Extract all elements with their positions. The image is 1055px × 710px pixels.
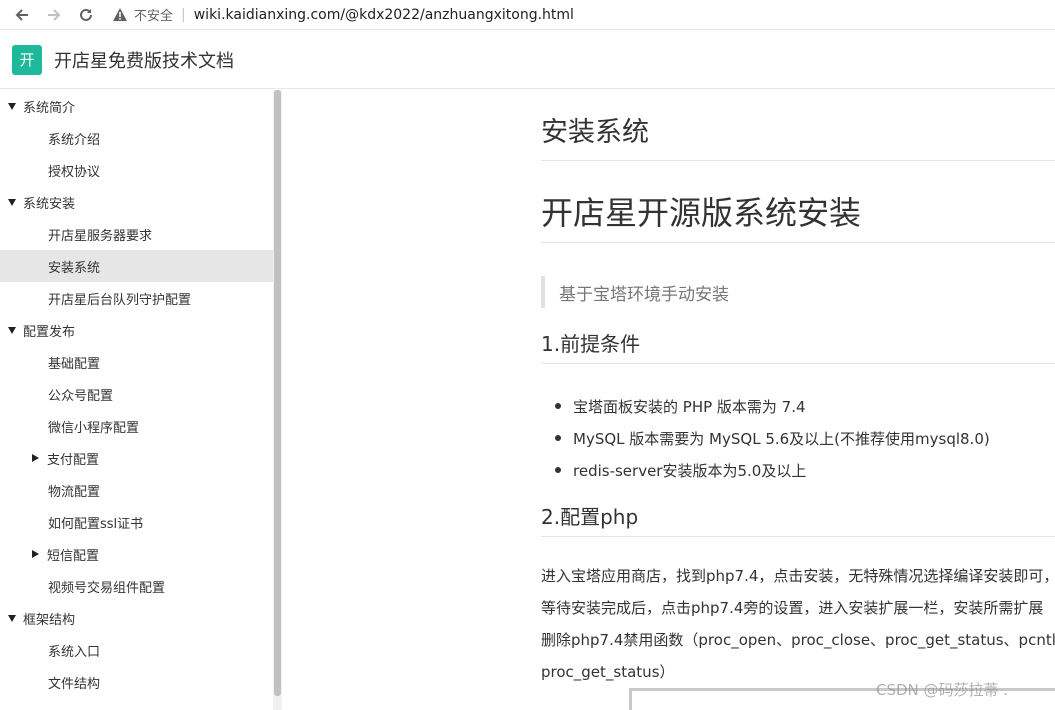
caret-down-icon[interactable]	[8, 198, 16, 206]
sidebar-item-label: 配置发布	[23, 324, 76, 340]
sidebar-item-label: 视频号交易组件配置	[48, 580, 166, 596]
reload-icon	[80, 8, 92, 21]
bullet-icon	[555, 435, 561, 441]
sidebar-item-label: 如何配置ssl证书	[48, 516, 144, 532]
doc-title: 开店星开源版系统安装	[541, 194, 862, 232]
sidebar-item-label: 系统入口	[48, 644, 101, 660]
prereq-list: 宝塔面板安装的 PHP 版本需为 7.4 MySQL 版本需要为 MySQL 5…	[555, 390, 990, 486]
forward-button[interactable]	[44, 5, 64, 25]
sidebar-item-label: 授权协议	[48, 164, 101, 180]
sidebar-item-label: 文件结构	[48, 676, 101, 692]
sidebar-item[interactable]: 支付配置	[0, 442, 273, 474]
browser-toolbar: 不安全 | wiki.kaidianxing.com/@kdx2022/anzh…	[0, 0, 1055, 30]
sidebar-scrollbar-thumb[interactable]	[274, 90, 281, 696]
sidebar-item-label: 开店星服务器要求	[48, 228, 153, 244]
list-item-text: redis-server安装版本为5.0及以上	[573, 461, 807, 480]
site-header: 开 开店星免费版技术文档	[0, 31, 1055, 89]
sidebar-item[interactable]: 微信小程序配置	[0, 410, 273, 442]
back-button[interactable]	[12, 5, 32, 25]
sidebar-item-label: 框架结构	[23, 612, 76, 628]
sidebar-item[interactable]: 文件结构	[0, 666, 273, 698]
list-item-text: 宝塔面板安装的 PHP 版本需为 7.4	[573, 397, 806, 416]
page-title: 安装系统	[541, 117, 649, 148]
sidebar-item-label: 系统安装	[23, 196, 76, 212]
sidebar-item[interactable]: 授权协议	[0, 154, 273, 186]
bullet-icon	[555, 403, 561, 409]
list-item: redis-server安装版本为5.0及以上	[555, 454, 990, 486]
main-content: 安装系统 开店星开源版系统安装 基于宝塔环境手动安装 1.前提条件 宝塔面板安装…	[541, 90, 1055, 710]
sidebar-group[interactable]: 配置发布	[0, 314, 273, 346]
divider	[541, 536, 1055, 537]
sidebar-item-label: 开店星后台队列守护配置	[48, 292, 192, 308]
divider	[541, 242, 1055, 243]
caret-right-icon[interactable]	[32, 550, 39, 558]
sidebar-item-label: 系统简介	[23, 100, 76, 116]
sidebar-item[interactable]: 公众号配置	[0, 378, 273, 410]
sidebar-item-label: 支付配置	[47, 452, 100, 468]
sidebar-item[interactable]: 开店星服务器要求	[0, 218, 273, 250]
sidebar-item[interactable]: 开店星后台队列守护配置	[0, 282, 273, 314]
arrow-left-icon	[15, 8, 28, 21]
arrow-right-icon	[48, 8, 61, 21]
sidebar-item[interactable]: 基础配置	[0, 346, 273, 378]
sidebar-item-label: 基础配置	[48, 356, 101, 372]
sidebar-item[interactable]: 安装系统	[0, 250, 273, 282]
sidebar-item-label: 公众号配置	[48, 388, 114, 404]
list-item: 宝塔面板安装的 PHP 版本需为 7.4	[555, 390, 990, 422]
sidebar-item[interactable]: 如何配置ssl证书	[0, 506, 273, 538]
insecure-label: 不安全	[134, 9, 174, 24]
sidebar-item-label: 短信配置	[47, 548, 100, 564]
paragraph-line: 删除php7.4禁用函数（proc_open、proc_close、proc_g…	[541, 631, 1055, 649]
sidebar-item-label: 微信小程序配置	[48, 420, 140, 436]
warning-icon[interactable]	[112, 7, 128, 23]
watermark: CSDN @码莎拉蒂 .	[876, 681, 1009, 699]
address-separator: |	[181, 6, 186, 23]
sidebar-item-label: 物流配置	[48, 484, 101, 500]
sidebar-item[interactable]: 短信配置	[0, 538, 273, 570]
sidebar-item-label: 系统介绍	[48, 132, 101, 148]
list-item: MySQL 版本需要为 MySQL 5.6及以上(不推荐使用mysql8.0)	[555, 422, 990, 454]
section-heading-php: 2.配置php	[541, 505, 639, 529]
sidebar-group[interactable]: 框架结构	[0, 602, 273, 634]
address-bar[interactable]: 不安全 | wiki.kaidianxing.com/@kdx2022/anzh…	[112, 3, 574, 27]
sidebar-item[interactable]: 系统入口	[0, 634, 273, 666]
sidebar-nav: 系统简介系统介绍授权协议系统安装开店星服务器要求 安装系统开店星后台队列守护配置配…	[0, 90, 273, 710]
url-text[interactable]: wiki.kaidianxing.com/@kdx2022/anzhuangxi…	[194, 7, 574, 23]
site-logo[interactable]: 开	[12, 44, 42, 75]
caret-down-icon[interactable]	[8, 102, 16, 110]
sidebar-group[interactable]: 系统简介	[0, 90, 273, 122]
sidebar-item-label: 安装系统	[48, 260, 101, 276]
paragraph-line: 等待安装完成后，点击php7.4旁的设置，进入安装扩展一栏，安装所需扩展	[541, 599, 1044, 617]
sidebar-item[interactable]: 物流配置	[0, 474, 273, 506]
sidebar-group[interactable]: 系统安装	[0, 186, 273, 218]
blockquote: 基于宝塔环境手动安装	[541, 276, 729, 308]
site-title[interactable]: 开店星免费版技术文档	[54, 47, 234, 73]
divider	[541, 363, 1055, 364]
sidebar-item[interactable]: 视频号交易组件配置	[0, 570, 273, 602]
section-heading-prereqs: 1.前提条件	[541, 332, 641, 356]
instructions-paragraph: 进入宝塔应用商店，找到php7.4，点击安装，无特殊情况选择编译安装即可， 等待…	[541, 560, 1055, 688]
reload-button[interactable]	[76, 5, 96, 25]
caret-down-icon[interactable]	[8, 326, 16, 334]
caret-right-icon[interactable]	[32, 454, 39, 462]
caret-down-icon[interactable]	[8, 614, 16, 622]
paragraph-line: 进入宝塔应用商店，找到php7.4，点击安装，无特殊情况选择编译安装即可，	[541, 567, 1055, 585]
divider	[541, 160, 1055, 161]
bullet-icon	[555, 467, 561, 473]
sidebar-item[interactable]: 系统介绍	[0, 122, 273, 154]
list-item-text: MySQL 版本需要为 MySQL 5.6及以上(不推荐使用mysql8.0)	[573, 429, 990, 448]
